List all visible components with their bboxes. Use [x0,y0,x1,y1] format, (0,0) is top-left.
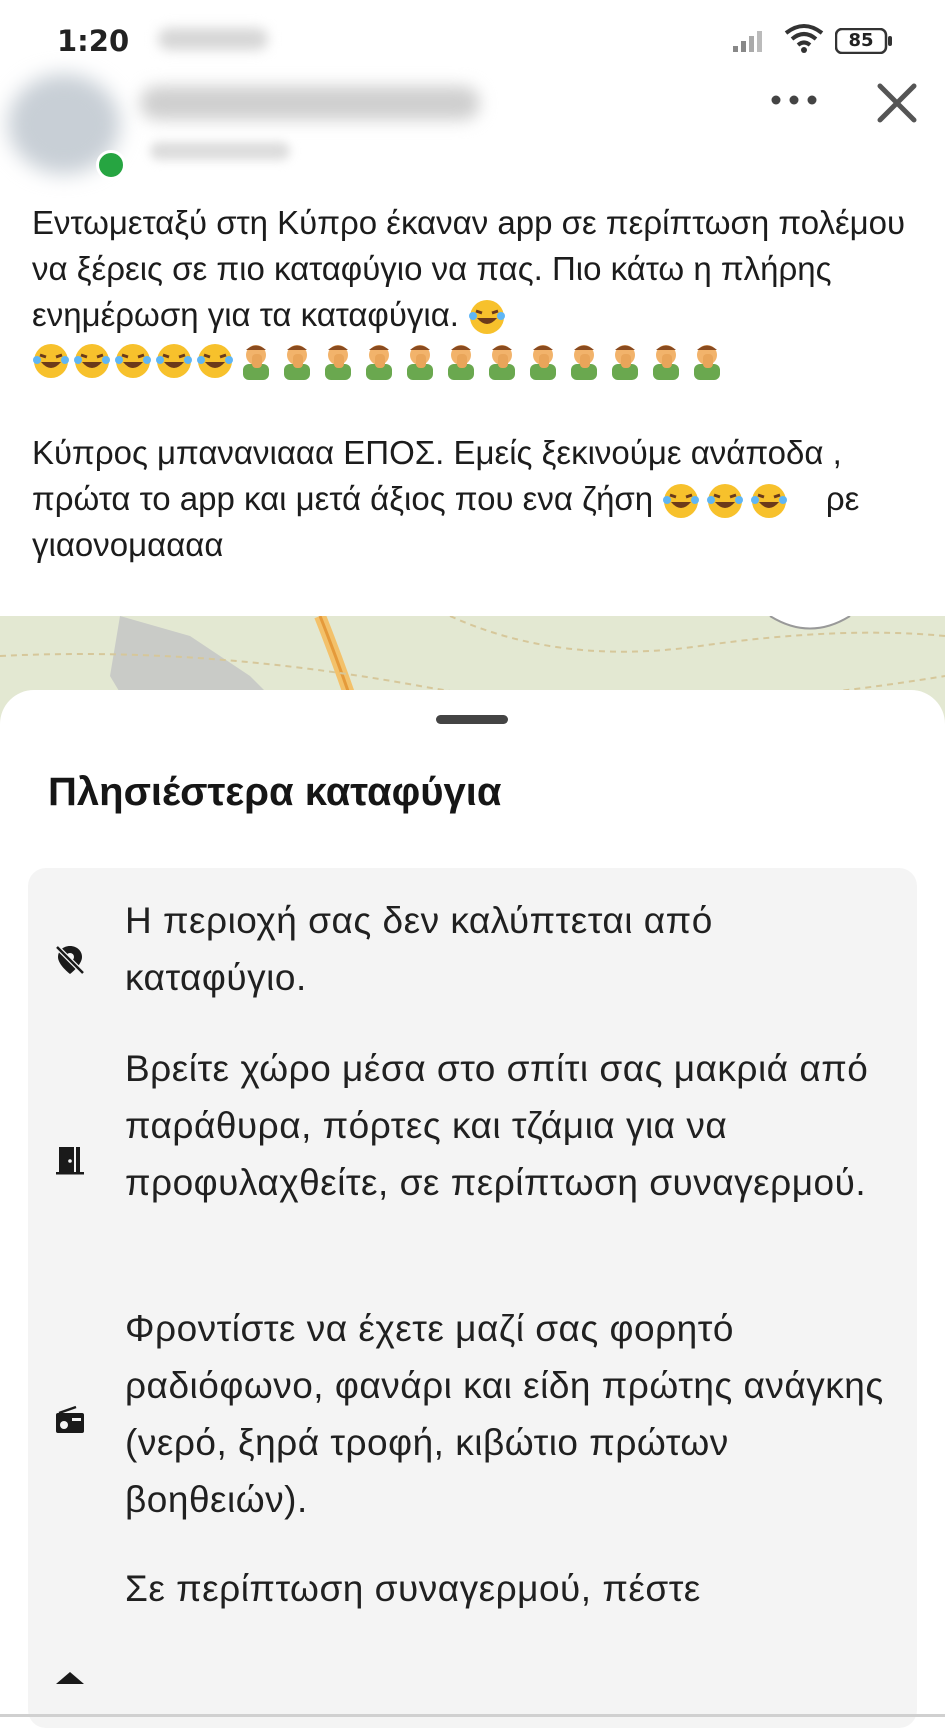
info-item-text: Φροντίστε να έχετε μαζί σας φορητό ραδιό… [125,1308,884,1520]
facepalm-emoji-icon [530,345,556,380]
laughing-emoji-icon [33,344,69,378]
laughing-emoji-icon [707,484,744,519]
shelter-info-card: Η περιοχή σας δεν καλύπτεται από καταφύγ… [28,868,917,1728]
door-icon [56,1147,84,1175]
info-item-text: Η περιοχή σας δεν καλύπτεται από καταφύγ… [125,900,713,998]
info-icon [56,1672,84,1684]
laughing-emoji-icon [115,344,151,378]
facepalm-emoji-icon [653,345,679,380]
facepalm-emoji-icon [489,345,515,380]
online-status-dot [96,150,126,180]
laughing-emoji-icon [751,484,788,519]
laughing-emoji-icon [74,344,110,378]
facepalm-emoji-icon [325,345,351,380]
signal-icon [733,31,762,52]
author-name-blurred[interactable] [140,86,480,120]
sheet-drag-handle[interactable] [436,715,508,724]
status-time: 1:20 [57,24,130,58]
post-paragraph-1: Εντωμεταξύ στη Κύπρο έκαναν app σε περίπ… [32,200,922,338]
info-item-text: Σε περίπτωση συναγερμού, πέστε [125,1568,701,1609]
laughing-emoji-icon [156,344,192,378]
facepalm-emoji-icon [448,345,474,380]
shelters-bottom-sheet: Πλησιέστερα καταφύγια Η περιοχή σας δεν … [0,690,945,1728]
post-body: Εντωμεταξύ στη Κύπρο έκαναν app σε περίπ… [32,200,922,568]
radio-icon [56,1405,84,1433]
battery-icon: 85 [835,28,893,54]
status-notification-blur [158,28,268,50]
post-paragraph-2: Κύπρος μπανανιααα ΕΠΟΣ. Εμείς ξεκινούμε … [32,430,922,568]
battery-level: 85 [848,30,874,51]
laughing-emoji-icon [469,300,506,335]
location-off-icon [55,945,85,975]
facepalm-emoji-icon [366,345,392,380]
facepalm-emoji-icon [284,345,310,380]
info-item-text: Βρείτε χώρο μέσα στο σπίτι σας μακριά απ… [125,1048,869,1203]
wifi-icon [784,24,824,53]
emoji-row [32,338,922,384]
more-options-button[interactable] [764,80,824,120]
laughing-emoji-icon [197,344,233,378]
facepalm-emoji-icon [407,345,433,380]
status-bar: 1:20 85 [0,0,945,80]
facepalm-emoji-icon [571,345,597,380]
laughing-emoji-icon [663,484,700,519]
facepalm-emoji-icon [243,345,269,380]
post-time-blurred [150,142,290,160]
laughing-emoji-group-icon [663,484,788,519]
facepalm-emoji-icon [694,345,720,380]
close-button[interactable] [872,78,922,128]
sheet-title: Πλησιέστερα καταφύγια [48,770,502,814]
facepalm-emoji-icon [612,345,638,380]
emoji-row-graphic [33,344,720,380]
